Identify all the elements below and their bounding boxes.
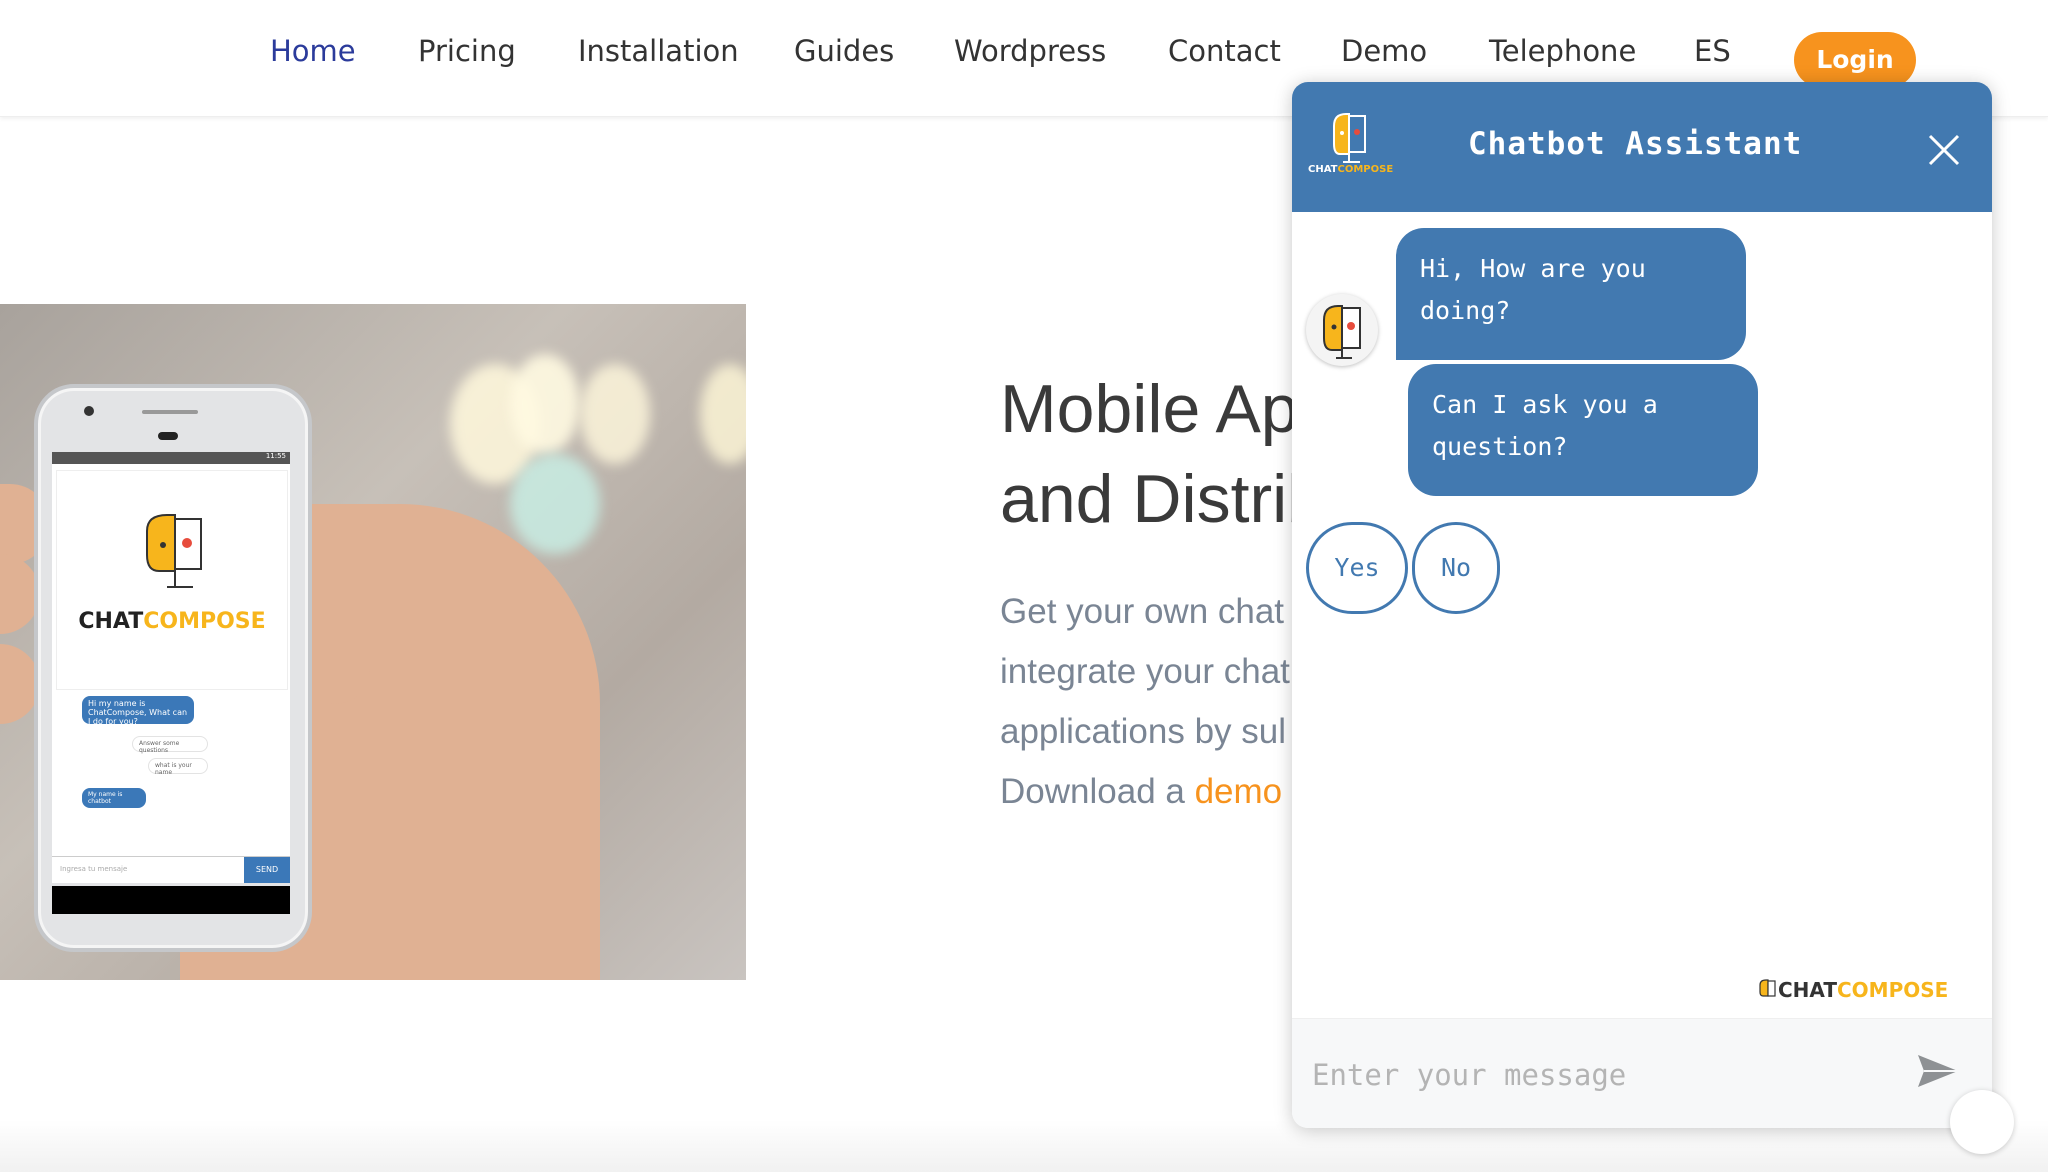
bot-avatar	[1306, 294, 1378, 366]
nav-installation[interactable]: Installation	[578, 34, 739, 68]
hero-title: Mobile Ap and Distrib	[1000, 364, 1300, 544]
nav-es[interactable]: ES	[1694, 34, 1731, 68]
chat-title: Chatbot Assistant	[1468, 126, 1803, 162]
hero-title-line: Mobile Ap	[1000, 371, 1299, 447]
choice-yes-button[interactable]: Yes	[1306, 522, 1408, 614]
robot-logo-icon	[1759, 979, 1776, 997]
hero-description: Get your own chat integrate your chat ap…	[1000, 592, 1290, 811]
phone-bot-bubble: My name is chatbot	[82, 788, 146, 808]
nav-home[interactable]: Home	[270, 34, 356, 68]
close-icon[interactable]	[1924, 130, 1964, 170]
phone-user-bubble: what is your name	[148, 758, 208, 776]
scroll-up-icon[interactable]	[1950, 1090, 2014, 1154]
nav-wordpress[interactable]: Wordpress	[954, 34, 1106, 68]
chat-logo: CHATCOMPOSE	[1308, 108, 1393, 188]
phone-screen: 11:55 CHATCOMPOSE Hi my name is ChatComp…	[52, 452, 290, 883]
phone-status-time: 11:55	[265, 452, 286, 460]
phone-bot-bubble: Hi my name is ChatCompose, What can I do…	[82, 696, 194, 726]
phone-input-bar: Ingresa tu mensaje SEND	[52, 856, 290, 883]
nav-guides[interactable]: Guides	[794, 34, 894, 68]
chat-input-bar	[1292, 1018, 1992, 1128]
demo-link[interactable]: demo	[1195, 772, 1283, 811]
nav-telephone[interactable]: Telephone	[1489, 34, 1636, 68]
phone-brand-text: CHATCOMPOSE	[78, 609, 266, 634]
phone-user-bubble: Answer some questions	[132, 736, 208, 754]
login-button[interactable]: Login	[1794, 32, 1916, 88]
hero-title-line: and Distrib	[1000, 461, 1300, 537]
chat-header: CHATCOMPOSE Chatbot Assistant	[1292, 82, 1992, 212]
nav-pricing[interactable]: Pricing	[418, 34, 516, 68]
nav-demo[interactable]: Demo	[1341, 34, 1427, 68]
nav-contact[interactable]: Contact	[1168, 34, 1281, 68]
bot-message: Can I ask you a question?	[1408, 364, 1758, 496]
chat-message-input[interactable]	[1310, 1049, 1904, 1101]
chatbot-widget: CHATCOMPOSE Chatbot Assistant Hi, How ar…	[1292, 82, 1992, 1128]
hero-phone-image: 11:55 CHATCOMPOSE Hi my name is ChatComp…	[0, 304, 746, 980]
phone-mockup: 11:55 CHATCOMPOSE Hi my name is ChatComp…	[34, 384, 312, 952]
send-icon[interactable]	[1914, 1047, 1962, 1095]
robot-logo-icon	[146, 514, 202, 588]
phone-navbar	[52, 886, 290, 914]
bot-message: Hi, How are you doing?	[1396, 228, 1746, 360]
choice-no-button[interactable]: No	[1412, 522, 1500, 614]
chat-brand: CHATCOMPOSE	[1758, 978, 1948, 1002]
robot-logo-icon	[1333, 113, 1366, 163]
robot-avatar-icon	[1323, 305, 1361, 359]
